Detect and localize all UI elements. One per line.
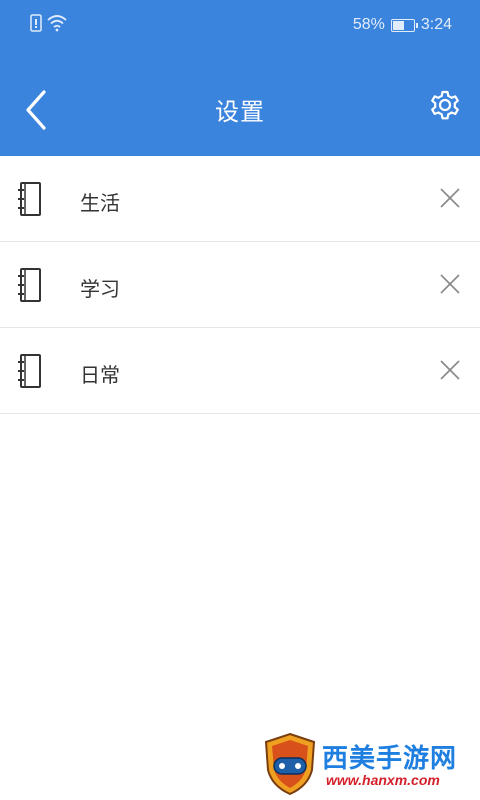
notebook-label: 日常 <box>80 363 120 387</box>
list-item[interactable]: 生活 <box>0 156 480 242</box>
list-item[interactable]: 学习 <box>0 242 480 328</box>
close-icon <box>440 360 460 380</box>
battery-icon <box>390 18 418 32</box>
sim-icon <box>30 14 42 36</box>
list-item[interactable]: 日常 <box>0 328 480 414</box>
gear-icon <box>431 90 459 120</box>
delete-button[interactable] <box>438 358 462 382</box>
page-title: 设置 <box>215 98 265 126</box>
status-bar: 58% 3:24 <box>0 0 480 54</box>
status-right: 58% 3:24 <box>353 16 452 34</box>
app-bar: 58% 3:24 设置 <box>0 0 480 156</box>
battery-fill <box>392 20 404 30</box>
delete-button[interactable] <box>438 186 462 210</box>
delete-button[interactable] <box>438 272 462 296</box>
notebook-icon <box>16 267 42 303</box>
notebook-label: 生活 <box>80 191 120 215</box>
watermark-logo-icon <box>262 732 318 796</box>
wifi-icon <box>46 14 68 36</box>
notebook-label: 学习 <box>80 277 120 301</box>
settings-button[interactable] <box>428 88 462 122</box>
watermark-title: 西美手游网 <box>322 744 458 774</box>
notebook-icon <box>16 181 42 217</box>
notebook-icon <box>16 353 42 389</box>
close-icon <box>440 274 460 294</box>
close-icon <box>440 188 460 208</box>
watermark: 西美手游网 www.hanxm.com <box>262 732 474 796</box>
status-left <box>30 14 68 36</box>
clock: 3:24 <box>420 16 452 33</box>
watermark-url: www.hanxm.com <box>326 772 440 788</box>
battery-percent: 58% <box>352 16 385 33</box>
notebook-list: 生活 学习 日常 <box>0 156 480 414</box>
toolbar: 设置 <box>0 60 480 160</box>
